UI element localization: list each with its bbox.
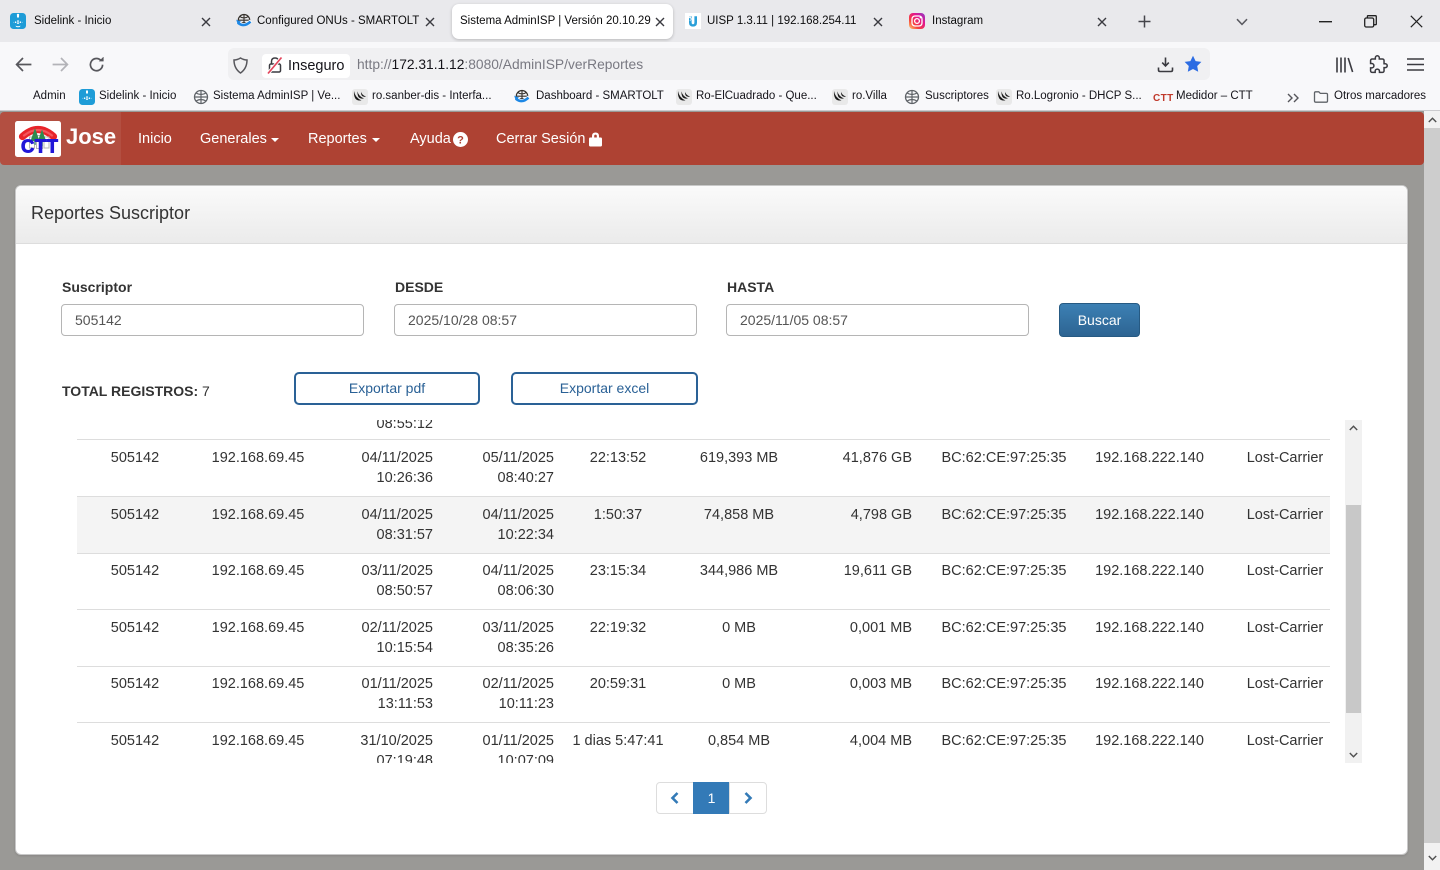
svg-text:CTT: CTT [21,136,59,157]
svg-text:?: ? [457,134,464,146]
